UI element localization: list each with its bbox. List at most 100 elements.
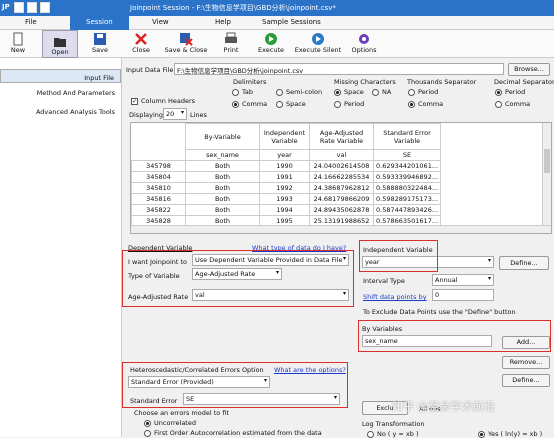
grid-subheader-cell[interactable]: year xyxy=(259,149,310,161)
grid-cell: 1990 xyxy=(259,160,310,172)
execute-button[interactable]: Execute xyxy=(255,30,287,58)
displaying-lines-select[interactable]: 20 ▾ xyxy=(163,108,187,120)
grid-cell: 1992 xyxy=(259,182,310,194)
new-quick-icon[interactable] xyxy=(40,2,50,13)
radio-icon xyxy=(408,88,415,96)
column-headers-label: Column Headers xyxy=(141,97,196,105)
interval-type-select[interactable]: Annual ▾ xyxy=(432,274,494,286)
decimal-period-option[interactable]: Period xyxy=(495,88,525,96)
options-label: Options xyxy=(351,46,377,54)
scrollbar-thumb[interactable] xyxy=(544,149,550,173)
options-gear-icon xyxy=(359,34,369,44)
execute-silent-label: Execute Silent xyxy=(294,46,342,54)
menu-sample-sessions[interactable]: Sample Sessions xyxy=(262,18,321,26)
nav-advanced-analysis[interactable]: Advanced Analysis Tools xyxy=(36,108,115,116)
save-label: Save xyxy=(92,46,108,54)
independent-highlight-box xyxy=(359,240,438,272)
radio-selected-icon xyxy=(408,100,415,108)
table-row[interactable]: 345816 Both 1993 24.68179866209 0.5982891751… xyxy=(131,193,442,205)
decimal-comma-option[interactable]: Comma xyxy=(495,100,530,108)
data-preview-grid[interactable]: By-Variable Independent Variable Age-Adj… xyxy=(130,122,552,234)
delim-tab-option[interactable]: Tab xyxy=(232,88,253,96)
decimal-separator-title: Decimal Separator xyxy=(494,78,554,86)
grid-subheader-cell[interactable]: sex_name xyxy=(185,149,260,161)
grid-horizontal-scrollbar[interactable] xyxy=(131,225,551,233)
delim-tab-label: Tab xyxy=(242,88,254,96)
table-row[interactable]: 345810 Both 1992 24.38687962812 0.5888803224… xyxy=(131,182,442,194)
left-nav-panel: Input File Method And Parameters Advance… xyxy=(0,58,122,437)
delim-comma-option[interactable]: Comma xyxy=(232,100,267,108)
menu-file[interactable]: File xyxy=(25,18,37,26)
missing-characters-title: Missing Characters xyxy=(334,78,396,86)
by-variables-remove-button[interactable]: Remove... xyxy=(502,356,550,369)
grid-cell: 0.588880322484... xyxy=(372,182,442,194)
shift-data-points-link[interactable]: Shift data points by xyxy=(363,293,427,301)
execute-silent-button[interactable]: Execute Silent xyxy=(294,30,342,58)
grid-header-row: By-Variable Independent Variable Age-Adj… xyxy=(132,123,442,150)
printer-icon xyxy=(225,32,237,43)
radio-selected-icon xyxy=(495,88,502,96)
close-button[interactable]: Close xyxy=(128,30,154,58)
hetero-highlight-box xyxy=(122,362,348,408)
grid-header-independent[interactable]: Independent Variable xyxy=(259,123,310,150)
options-button[interactable]: Options xyxy=(349,30,379,58)
first-order-label: First Order Autocorrelation estimated fr… xyxy=(154,429,322,437)
grid-cell: 24.68179866209 xyxy=(309,193,374,205)
by-variables-highlight-box xyxy=(358,320,551,352)
first-order-option[interactable]: First Order Autocorrelation estimated fr… xyxy=(144,429,322,437)
print-label: Print xyxy=(223,46,239,54)
table-row[interactable]: 345798 Both 1990 24.04002614508 0.6293442010… xyxy=(131,160,442,172)
displaying-lines-value: 20 xyxy=(166,110,175,118)
print-button[interactable]: Print xyxy=(219,30,243,58)
delim-semicolon-option[interactable]: Semi-colon xyxy=(276,88,322,96)
new-icon xyxy=(13,32,23,46)
open-button[interactable]: Open xyxy=(42,30,78,58)
radio-icon xyxy=(232,88,239,96)
grid-header-rate[interactable]: Age-Adjusted Rate Variable xyxy=(309,123,374,150)
grid-cell: 1994 xyxy=(259,204,310,216)
window-title: Joinpoint Session - F:\生物信息学项目\GBD分析\joi… xyxy=(130,4,336,12)
app-logo: JP xyxy=(2,3,10,11)
browse-button[interactable]: Browse... xyxy=(508,63,550,76)
column-headers-checkbox[interactable]: ✓ Column Headers xyxy=(131,97,195,105)
thousands-comma-option[interactable]: Comma xyxy=(408,100,443,108)
new-label: New xyxy=(10,46,26,54)
save-button[interactable]: Save xyxy=(88,30,112,58)
chevron-down-icon: ▾ xyxy=(180,109,184,116)
radio-selected-icon xyxy=(144,419,151,427)
delim-space-option[interactable]: Space xyxy=(276,100,306,108)
execute-label: Execute xyxy=(258,46,284,54)
grid-subheader-cell[interactable]: SE xyxy=(372,149,442,161)
menu-bar: File Session View Help Sample Sessions xyxy=(0,16,554,30)
grid-subheader-cell[interactable]: val xyxy=(309,149,374,161)
nav-method-parameters[interactable]: Method And Parameters xyxy=(37,89,115,97)
table-row[interactable]: 345822 Both 1994 24.89435062878 0.5874478934… xyxy=(131,204,442,216)
uncorrelated-label: Uncorrelated xyxy=(154,419,196,427)
chevron-down-icon: ▾ xyxy=(487,275,491,282)
menu-help[interactable]: Help xyxy=(215,18,231,26)
input-file-path[interactable]: F:\生物信息学项目\GBD分析\joinpoint.csv xyxy=(174,63,504,75)
nav-input-file[interactable]: Input File xyxy=(0,69,121,83)
missing-period-option[interactable]: Period xyxy=(334,100,364,108)
thousands-period-option[interactable]: Period xyxy=(408,88,438,96)
grid-vertical-scrollbar[interactable] xyxy=(542,123,551,233)
grid-cell: Both xyxy=(185,193,260,205)
independent-define-button[interactable]: Define... xyxy=(499,256,549,270)
input-data-file-label: Input Data File xyxy=(126,66,174,74)
missing-na-option[interactable]: NA xyxy=(372,88,391,96)
menu-view[interactable]: View xyxy=(152,18,169,26)
grid-header-by-variable[interactable]: By-Variable xyxy=(185,123,260,150)
grid-header-se[interactable]: Standard Error Variable xyxy=(372,123,442,150)
grid-cell: Both xyxy=(185,171,260,183)
grid-cell: Both xyxy=(185,204,260,216)
by-variables-define-button[interactable]: Define... xyxy=(502,374,550,387)
uncorrelated-option[interactable]: Uncorrelated xyxy=(144,419,196,427)
save-close-button[interactable]: Save & Close xyxy=(163,30,209,58)
table-row[interactable]: 345804 Both 1991 24.16662285534 0.5933399468… xyxy=(131,171,442,183)
missing-space-option[interactable]: Space xyxy=(334,88,364,96)
open-quick-icon[interactable] xyxy=(27,2,37,13)
new-button[interactable]: New xyxy=(4,30,32,58)
menu-session[interactable]: Session xyxy=(70,16,129,30)
save-quick-icon[interactable] xyxy=(14,2,24,13)
shift-data-points-input[interactable]: 0 xyxy=(432,289,494,301)
